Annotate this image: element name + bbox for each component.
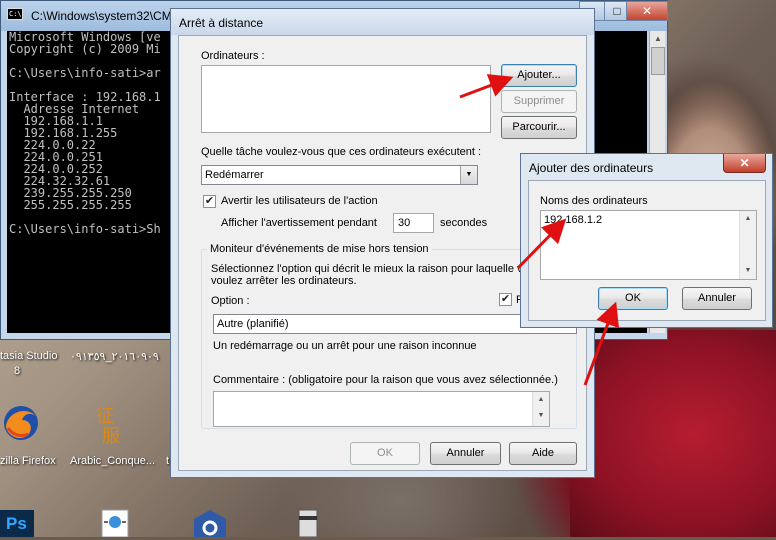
add-dialog-title: Ajouter des ordinateurs xyxy=(529,161,654,175)
task-select-value: Redémarrer xyxy=(205,169,264,181)
computers-list[interactable] xyxy=(201,65,491,133)
firefox-icon[interactable] xyxy=(0,402,42,444)
scroll-down-arrow-icon[interactable]: ▼ xyxy=(533,408,549,424)
comment-scrollbar[interactable]: ▲ ▼ xyxy=(532,392,549,426)
scroll-thumb[interactable] xyxy=(651,47,665,75)
names-scrollbar[interactable]: ▲ ▼ xyxy=(739,211,756,279)
svg-text:服: 服 xyxy=(102,426,120,446)
cmd-app-icon: C:\ xyxy=(7,8,23,20)
remove-button[interactable]: Supprimer xyxy=(501,90,577,113)
add-button[interactable]: Ajouter... xyxy=(501,64,577,87)
warn-users-checkbox[interactable]: ✔ xyxy=(203,195,216,208)
seconds-input[interactable]: 30 xyxy=(393,213,434,233)
camtasia-version-label: 8 xyxy=(14,365,21,377)
arabic-file-label[interactable]: ٢٠١٦٠٩٠٩_٠٩١٣٥٩ xyxy=(70,350,159,363)
scroll-up-arrow-icon[interactable]: ▲ xyxy=(533,392,549,408)
scroll-up-arrow-icon[interactable]: ▲ xyxy=(650,31,666,47)
dialog-titlebar[interactable]: Arrêt à distance xyxy=(171,9,594,35)
help-button[interactable]: Aide xyxy=(509,442,577,465)
photoshop-icon[interactable]: Ps xyxy=(0,510,34,537)
comment-label: Commentaire : (obligatoire pour la raiso… xyxy=(213,374,558,386)
arabic-conquest-icon[interactable]: 征 服 xyxy=(92,400,138,447)
close-button[interactable]: ✕ xyxy=(626,1,668,21)
task-label: Quelle tâche voulez-vous que ces ordinat… xyxy=(201,146,482,158)
planned-checkbox[interactable]: ✔ xyxy=(499,293,512,306)
warn-users-label[interactable]: Avertir les utilisateurs de l'action xyxy=(221,195,378,207)
firefox-label[interactable]: zilla Firefox xyxy=(0,455,56,467)
comment-textarea[interactable]: ▲ ▼ xyxy=(213,391,550,427)
camtasia-label[interactable]: tasia Studio xyxy=(0,350,57,362)
scroll-down-arrow-icon[interactable]: ▼ xyxy=(740,263,756,279)
computer-names-textarea[interactable]: 192.168.1.2 ▲ ▼ xyxy=(540,210,757,280)
dropdown-arrow-icon[interactable]: ▼ xyxy=(460,166,477,184)
add-ok-button[interactable]: OK xyxy=(598,287,668,310)
seconds-unit-label: secondes xyxy=(440,217,488,229)
seconds-input-value: 30 xyxy=(398,217,411,229)
option-select-value: Autre (planifié) xyxy=(217,318,289,330)
web-document-icon[interactable] xyxy=(98,508,132,538)
cancel-button[interactable]: Annuler xyxy=(430,442,501,465)
monitor-description-line2: voulez arrêter les ordinateurs. xyxy=(211,275,357,287)
scroll-up-arrow-icon[interactable]: ▲ xyxy=(740,211,756,227)
option-label: Option : xyxy=(211,295,250,307)
browse-button[interactable]: Parcourir... xyxy=(501,116,577,139)
computer-names-label: Noms des ordinateurs xyxy=(540,195,648,207)
hexagon-app-icon[interactable] xyxy=(190,508,230,537)
add-computers-dialog[interactable]: Ajouter des ordinateurs ✕ Noms des ordin… xyxy=(520,153,773,328)
computer-names-value: 192.168.1.2 xyxy=(544,214,603,226)
computers-label: Ordinateurs : xyxy=(201,50,265,62)
display-warning-label: Afficher l'avertissement pendant xyxy=(221,217,377,229)
add-dialog-client-area: Noms des ordinateurs 192.168.1.2 ▲ ▼ OK … xyxy=(528,180,766,321)
option-description: Un redémarrage ou un arrêt pour une rais… xyxy=(213,340,477,352)
monitor-description-line1: Sélectionnez l'option qui décrit le mieu… xyxy=(211,263,529,275)
dialog-title: Arrêt à distance xyxy=(179,16,264,30)
wallpaper-red-garment xyxy=(570,330,776,537)
monitor-group-title: Moniteur d'événements de mise hors tensi… xyxy=(207,243,432,255)
cmd-title: C:\Windows\system32\CM xyxy=(31,9,172,23)
archive-icon[interactable] xyxy=(297,508,319,538)
svg-text:征: 征 xyxy=(96,406,114,427)
ok-button[interactable]: OK xyxy=(350,442,420,465)
arabic-conquest-label[interactable]: Arabic_Conque... xyxy=(70,455,155,467)
add-cancel-button[interactable]: Annuler xyxy=(682,287,752,310)
task-select[interactable]: Redémarrer ▼ xyxy=(201,165,478,185)
close-button[interactable]: ✕ xyxy=(723,154,766,173)
desktop-label-truncated[interactable]: t xyxy=(166,455,169,467)
